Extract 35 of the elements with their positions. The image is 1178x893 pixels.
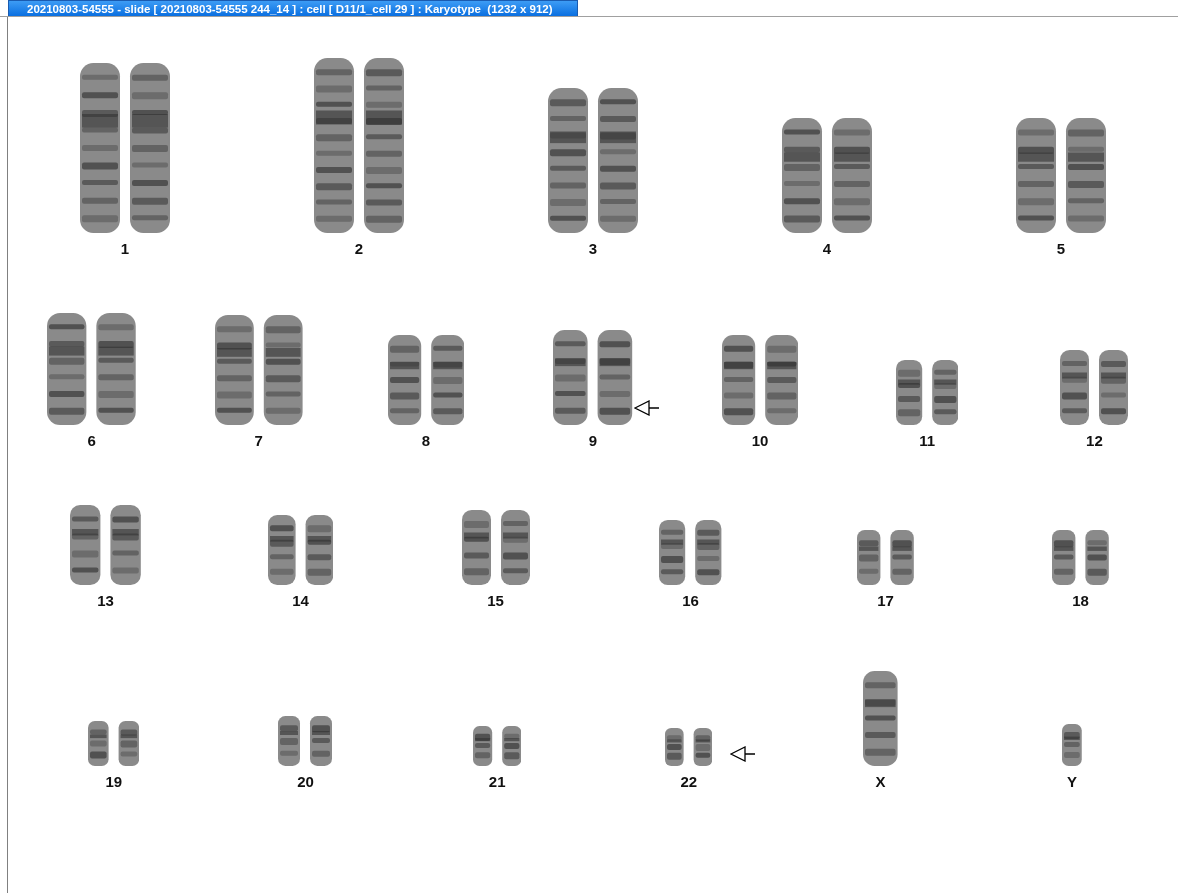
chromosome-number: 12 [1086, 433, 1103, 449]
chromosome-pair-drawing [88, 721, 140, 766]
chromosome-number: 15 [487, 593, 504, 609]
chromosome-number: 16 [682, 593, 699, 609]
chromosome-number: 9 [588, 433, 598, 449]
chromosome-pair-drawing [267, 515, 334, 585]
chromosome-pair-drawing [659, 520, 722, 585]
chromosome-number: 18 [1072, 593, 1089, 609]
chromosome-pair-drawing [472, 726, 522, 766]
chromosome-number: 14 [292, 593, 309, 609]
chromosome-pair-drawing [1052, 530, 1109, 585]
chromosome-number: 6 [87, 433, 96, 449]
chromosome-pair-drawing [896, 360, 959, 425]
chromosome-pair-drawing [857, 530, 914, 585]
chromosome-number: 20 [297, 774, 314, 790]
chromosome-number: 2 [354, 241, 364, 257]
chromosome-number: 1 [120, 241, 130, 257]
chromosome-number: 21 [488, 774, 506, 790]
chromosome-number: 3 [588, 241, 598, 257]
chromosome-pair-drawing [278, 716, 333, 766]
chromosome-number: 10 [751, 433, 769, 449]
chromosome-number: 11 [919, 433, 936, 449]
chromosome-number: Y [1067, 774, 1078, 790]
chromosome-number: X [875, 774, 886, 790]
chromosome-number: 22 [680, 774, 698, 790]
chromosome-pair-drawing [665, 728, 713, 766]
chromosome-drawing [1062, 724, 1082, 766]
chromosome-number: 19 [105, 774, 123, 790]
chromosome-number: 17 [877, 593, 894, 609]
chromosome-number: 4 [822, 241, 832, 257]
chromosome-number: 13 [97, 593, 114, 609]
window-title[interactable]: 20210803-54555 - slide [ 20210803-54555 244_14 ] : cell [ D11/1_cell 29 ] : Karyotype (1232 x 912) [8, 0, 578, 16]
chromosome-number: 8 [421, 433, 430, 449]
chromosome-number: 5 [1056, 241, 1066, 257]
chromosome-number: 7 [254, 433, 263, 449]
